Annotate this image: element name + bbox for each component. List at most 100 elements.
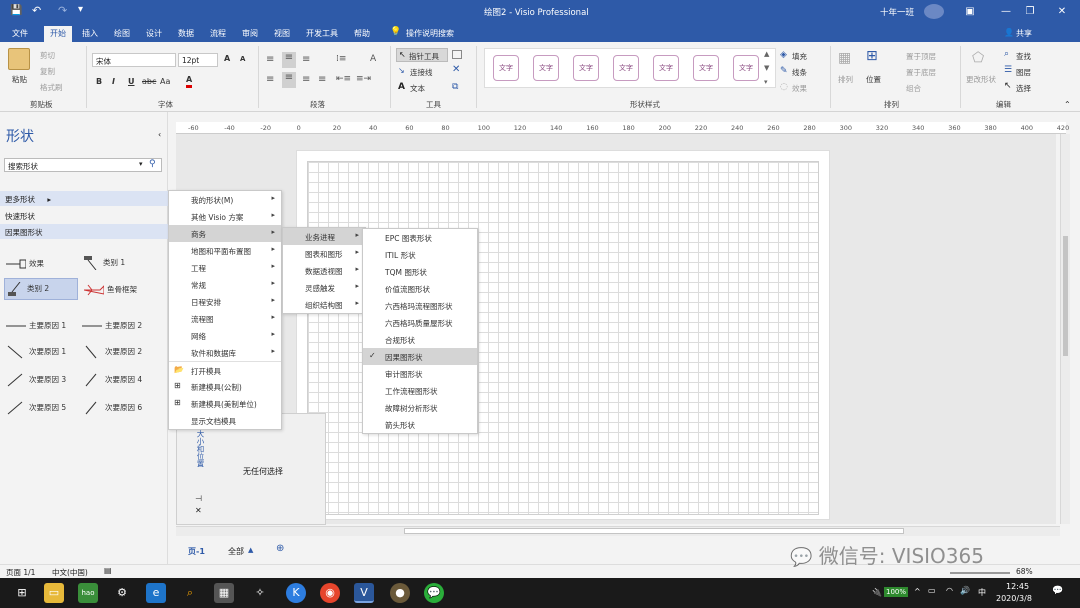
group-button[interactable]: 组合 bbox=[906, 83, 921, 94]
pointer-tool-button[interactable]: 指针工具 ↖ bbox=[396, 48, 448, 62]
page-tab[interactable]: 页-1 bbox=[188, 546, 205, 557]
zoom-slider[interactable] bbox=[950, 572, 1010, 574]
save-icon[interactable]: 💾 bbox=[10, 5, 22, 16]
collapse-pane-icon[interactable]: ‹ bbox=[158, 130, 161, 139]
menu-item[interactable]: 业务进程 ▸ bbox=[283, 228, 365, 245]
tab-developer[interactable]: 开发工具 bbox=[302, 27, 342, 40]
select-button[interactable]: 选择 bbox=[1016, 83, 1031, 94]
notification-icon[interactable]: 💬 bbox=[1052, 586, 1063, 596]
stencil-item-secondary3[interactable]: 次要原因 3 bbox=[6, 372, 66, 388]
quick-shapes-row[interactable]: 快速形状 bbox=[0, 208, 168, 223]
stencil-item-fishbone[interactable]: 鱼骨框架 bbox=[83, 284, 137, 296]
tab-review[interactable]: 审阅 bbox=[238, 27, 262, 40]
font-size-select[interactable]: 12pt bbox=[178, 53, 218, 67]
menu-item[interactable]: 日程安排 ▸ bbox=[169, 293, 281, 310]
paste-icon[interactable] bbox=[8, 48, 30, 70]
shrink-font-button[interactable]: A bbox=[240, 55, 245, 63]
stencil-item-category2[interactable]: 类别 2 bbox=[8, 281, 49, 296]
search-shapes-box[interactable]: 搜索形状 ▾ ⚲ bbox=[4, 158, 162, 172]
customize-qat-icon[interactable]: ▾ bbox=[78, 4, 83, 15]
stencil-item-effect[interactable]: 效果 bbox=[6, 258, 44, 269]
game-icon[interactable]: ● bbox=[390, 583, 410, 603]
stencil-item-secondary1[interactable]: 次要原因 1 bbox=[6, 344, 66, 360]
align-left-icon[interactable]: ≡ bbox=[266, 74, 274, 85]
line-button[interactable]: 线条 bbox=[792, 67, 807, 78]
align-bottom-icon[interactable]: ≡ bbox=[302, 54, 310, 65]
stencil-item-secondary5[interactable]: 次要原因 5 bbox=[6, 400, 66, 416]
menu-item[interactable]: 故障树分析形状 bbox=[363, 399, 477, 416]
stencil-row[interactable]: 因果图形状 bbox=[0, 224, 168, 239]
ime-indicator[interactable]: 中 bbox=[978, 587, 986, 598]
arrange-button[interactable]: 排列 bbox=[838, 74, 853, 85]
gallery-down-icon[interactable]: ▼ bbox=[764, 64, 769, 72]
rectangle-tool-icon[interactable] bbox=[452, 50, 462, 59]
shape-style-swatch[interactable]: 文字 bbox=[653, 55, 679, 81]
zoom-level[interactable]: 68% bbox=[1016, 567, 1033, 576]
battery-indicator[interactable]: 100% bbox=[884, 587, 909, 597]
grow-font-button[interactable]: A bbox=[224, 54, 230, 63]
tab-view[interactable]: 视图 bbox=[270, 27, 294, 40]
pin-icon[interactable]: ⊣ bbox=[195, 494, 202, 503]
menu-item[interactable]: 合规形状 bbox=[363, 331, 477, 348]
stencil-item-primary1[interactable]: 主要原因 1 bbox=[6, 320, 66, 331]
search-app-icon[interactable]: ⌕ bbox=[180, 583, 200, 603]
find-button[interactable]: 查找 bbox=[1016, 51, 1031, 62]
menu-item[interactable]: 📂 打开模具 bbox=[169, 361, 281, 378]
menu-item[interactable]: 常规 ▸ bbox=[169, 276, 281, 293]
tab-draw[interactable]: 绘图 bbox=[110, 27, 134, 40]
connection-point-icon[interactable]: ⧉ bbox=[452, 82, 458, 92]
search-input[interactable]: 搜索形状 bbox=[8, 161, 38, 172]
menu-item[interactable]: 软件和数据库 ▸ bbox=[169, 344, 281, 361]
menu-item[interactable]: 显示文档模具 bbox=[169, 412, 281, 429]
menu-item[interactable]: 六西格玛质量屋形状 bbox=[363, 314, 477, 331]
vertical-scroll-thumb[interactable] bbox=[1063, 236, 1068, 356]
wifi-icon[interactable]: ◠ bbox=[946, 586, 953, 595]
k-app-icon[interactable]: K bbox=[286, 583, 306, 603]
menu-item[interactable]: 我的形状(M) ▸ bbox=[169, 191, 281, 208]
gallery-up-icon[interactable]: ▲ bbox=[764, 50, 769, 58]
bring-to-front-button[interactable]: 置于顶层 bbox=[906, 51, 936, 62]
avatar[interactable] bbox=[924, 4, 944, 19]
send-to-back-button[interactable]: 置于底层 bbox=[906, 67, 936, 78]
stencil-item-secondary4[interactable]: 次要原因 4 bbox=[82, 372, 142, 388]
menu-item[interactable]: 工程 ▸ bbox=[169, 259, 281, 276]
menu-item[interactable]: 灵感触发 ▸ bbox=[283, 279, 365, 296]
menu-item[interactable]: ⊞ 新建模具(公制) bbox=[169, 378, 281, 395]
page-number-status[interactable]: 页面 1/1 bbox=[6, 567, 35, 578]
effects-button[interactable]: 效果 bbox=[792, 83, 807, 94]
close-panel-icon[interactable]: ✕ bbox=[195, 506, 202, 515]
menu-item[interactable]: 工作流程图形状 bbox=[363, 382, 477, 399]
menu-item[interactable]: TQM 图形状 bbox=[363, 263, 477, 280]
volume-icon[interactable]: 🔊 bbox=[960, 586, 970, 595]
change-case-button[interactable]: Aa bbox=[160, 77, 170, 86]
settings-gear-icon[interactable]: ⚙ bbox=[112, 583, 132, 603]
outdent-icon[interactable]: ≡⇥ bbox=[356, 74, 371, 84]
ie-browser-icon[interactable]: e bbox=[146, 583, 166, 603]
all-pages-tab[interactable]: 全部 bbox=[228, 546, 244, 557]
tab-data[interactable]: 数据 bbox=[174, 27, 198, 40]
text-tool-button[interactable]: 文本 bbox=[410, 83, 425, 94]
change-shape-button[interactable]: 更改形状 bbox=[966, 74, 996, 85]
search-dropdown-icon[interactable]: ▾ bbox=[139, 160, 143, 168]
wechat-taskbar-icon[interactable]: 💬 bbox=[424, 583, 444, 603]
paste-button[interactable]: 粘贴 bbox=[12, 74, 27, 85]
add-page-icon[interactable]: ⊕ bbox=[276, 543, 284, 554]
menu-item[interactable]: 审计图形状 bbox=[363, 365, 477, 382]
undo-icon[interactable]: ↶ bbox=[32, 4, 41, 17]
stencil-item-secondary2[interactable]: 次要原因 2 bbox=[82, 344, 142, 360]
horizontal-scroll-thumb[interactable] bbox=[404, 528, 904, 534]
close-icon[interactable]: ✕ bbox=[1044, 0, 1080, 24]
clock-time[interactable]: 12:45 bbox=[1006, 582, 1029, 591]
align-right-icon[interactable]: ≡ bbox=[302, 74, 310, 85]
ribbon-display-icon[interactable]: ▣ bbox=[952, 0, 988, 24]
menu-item[interactable]: ✓ 因果图形状 bbox=[363, 348, 477, 365]
menu-item[interactable]: 六西格玛流程图形状 bbox=[363, 297, 477, 314]
align-middle-icon[interactable]: ≡ bbox=[282, 52, 296, 68]
tab-insert[interactable]: 插入 bbox=[78, 27, 102, 40]
close-x-icon[interactable]: ✕ bbox=[452, 64, 460, 75]
align-top-icon[interactable]: ≡ bbox=[266, 54, 274, 65]
share-button[interactable]: 共享 bbox=[1012, 27, 1036, 40]
menu-item[interactable]: 箭头形状 bbox=[363, 416, 477, 433]
copy-button[interactable]: 复制 bbox=[40, 66, 55, 77]
tell-me-search[interactable]: 操作说明搜索 bbox=[402, 27, 458, 40]
